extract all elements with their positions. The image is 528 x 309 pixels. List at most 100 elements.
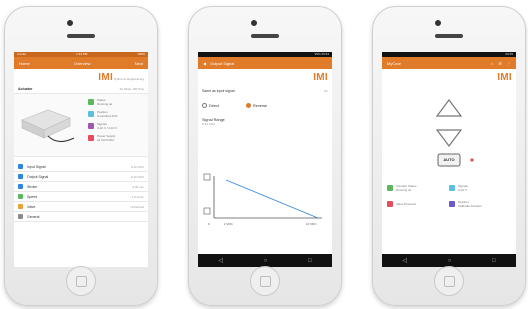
recents-icon[interactable]: □ [308, 258, 312, 264]
screen-title: MyCore [387, 60, 402, 66]
same-toggle[interactable]: On [324, 89, 328, 93]
menu-output-signal[interactable]: Output Signal 0-10 VDC [14, 172, 148, 182]
camera [67, 20, 73, 26]
more-icon[interactable]: ⋮ [507, 61, 511, 66]
valve-powered-icon [387, 201, 393, 207]
signal-range-value: 0-10 VDC [202, 122, 216, 126]
clock: 95% 09:54 [314, 52, 329, 56]
power-tile: Power Supply 24 VAC/VDC [88, 134, 118, 142]
up-arrow-icon [435, 99, 463, 117]
back-icon[interactable]: ◁ [402, 257, 407, 264]
actuator-status-tile[interactable]: Actuator Status Running ok [387, 184, 449, 192]
home-button[interactable] [250, 266, 280, 296]
down-arrow-icon [435, 129, 463, 147]
actuator-value: TA-Slider 160 Plus [119, 86, 144, 91]
logo-subtitle: Hydronic Engineering [114, 78, 144, 81]
position-tile[interactable]: Position Calibrate Actuator [449, 200, 511, 208]
nav-bar: MyCore ⌂ ☰ ⋮ [382, 57, 516, 69]
actuator-label: Actuator [18, 86, 33, 91]
menu-general[interactable]: General [14, 212, 148, 222]
back-icon[interactable]: ◁ [218, 257, 223, 264]
info-tiles: Status Running ok Position Controlled 22% … [88, 98, 118, 142]
indicator-dot [470, 158, 474, 162]
actuator-panel: Status Running ok Position Controlled 22% … [14, 94, 148, 157]
camera [435, 20, 441, 26]
logo-area: IMI [382, 69, 516, 86]
signal-graph [203, 173, 322, 219]
auto-button[interactable]: AUTO [438, 157, 460, 162]
reverse-radio[interactable]: Reverse [245, 103, 267, 108]
valve-closed-icon [203, 207, 211, 215]
speaker [435, 34, 463, 38]
recents-icon[interactable]: □ [492, 258, 496, 264]
back-arrow-icon[interactable]: ◀ [203, 61, 206, 66]
signal-range: Signal Range 0-10 VDC [198, 116, 332, 128]
battery: 100% [137, 52, 145, 56]
valve-open-icon [203, 173, 211, 181]
nav-actions: ⌂ ☰ ⋮ [491, 61, 511, 66]
input-signal-icon [18, 164, 23, 169]
screen-overview: Carrier 1:44 PM 100% Home Overview Next … [14, 52, 148, 267]
power-icon [88, 135, 94, 141]
position-icon [88, 111, 94, 117]
speaker [251, 34, 279, 38]
home-button[interactable] [434, 266, 464, 296]
radio-selected-icon [245, 103, 251, 108]
speed-icon [18, 194, 23, 199]
menu-stroke[interactable]: Stroke 6.00 mm [14, 182, 148, 192]
menu-input-signal[interactable]: Input Signal 0-10 VDC [14, 162, 148, 172]
clock: 1:44 PM [76, 52, 88, 56]
camera [251, 20, 257, 26]
home-icon[interactable]: ⌂ [491, 61, 493, 66]
axis-max-label: 10 VDC [306, 222, 317, 226]
imi-logo: IMI [98, 72, 114, 83]
stroke-icon [18, 184, 23, 189]
nav-title: Overview [73, 60, 91, 66]
signals-tile[interactable]: Signals 0-10 V [449, 184, 511, 192]
axis-min-label: 2 VDC [224, 222, 233, 226]
radio-icon [202, 103, 207, 108]
status-icon [88, 99, 94, 105]
axis-origin: 0 [208, 222, 210, 226]
signals-icon [449, 185, 455, 191]
valve-powered-tile[interactable]: Valve Powered [387, 200, 449, 208]
valve-icon [18, 204, 23, 209]
menu-speed[interactable]: Speed 4.0 s/mm [14, 192, 148, 202]
nav-bar: ◀ Output Signal [198, 57, 332, 69]
menu-valve[interactable]: Valve Undefined [14, 202, 148, 212]
status-tiles: Actuator Status Running ok Signals 0-10 V … [387, 184, 511, 208]
output-signal-icon [18, 174, 23, 179]
phone-middle: 95% 09:54 ◀ Output Signal IMI Same as in… [188, 6, 342, 306]
clock: 09:55 [505, 52, 513, 56]
logo-area: IMIHydronic Engineering [14, 69, 148, 84]
next-button[interactable]: Next [135, 61, 143, 66]
phone-right: 09:55 MyCore ⌂ ☰ ⋮ IMI AUTO Actuator Sta… [372, 6, 526, 306]
direction-options: Direct Reverse [198, 95, 332, 116]
back-button[interactable]: Home [19, 61, 30, 66]
imi-logo: IMI [313, 72, 328, 83]
position-icon [449, 201, 455, 207]
screen-mycore: 09:55 MyCore ⌂ ☰ ⋮ IMI AUTO Actuator Sta… [382, 52, 516, 267]
signals-icon [88, 123, 94, 129]
signals-tile: Signals 0-10 V / 2-10 V [88, 122, 118, 130]
same-as-input-row[interactable]: Same as input signal On [198, 86, 332, 95]
actuator-status-icon [387, 185, 393, 191]
general-icon [18, 214, 23, 219]
list-icon[interactable]: ☰ [498, 61, 502, 66]
speaker [67, 34, 95, 38]
logo-area: IMI [198, 69, 332, 86]
direct-radio[interactable]: Direct [202, 103, 219, 108]
home-icon[interactable]: ○ [448, 258, 452, 264]
same-as-input-label: Same as input signal [202, 88, 235, 93]
phone-left: Carrier 1:44 PM 100% Home Overview Next … [4, 6, 158, 306]
nav-bar: Home Overview Next [14, 57, 148, 69]
actuator-row[interactable]: Actuator TA-Slider 160 Plus [14, 84, 148, 94]
screen-title: Output Signal [210, 60, 235, 66]
carrier: Carrier [17, 52, 27, 56]
home-button[interactable] [66, 266, 96, 296]
status-tile: Status Running ok [88, 98, 118, 106]
screen-output-signal: 95% 09:54 ◀ Output Signal IMI Same as in… [198, 52, 332, 267]
position-tile: Position Controlled 22% [88, 110, 118, 118]
imi-logo: IMI [497, 72, 512, 83]
home-icon[interactable]: ○ [264, 258, 268, 264]
